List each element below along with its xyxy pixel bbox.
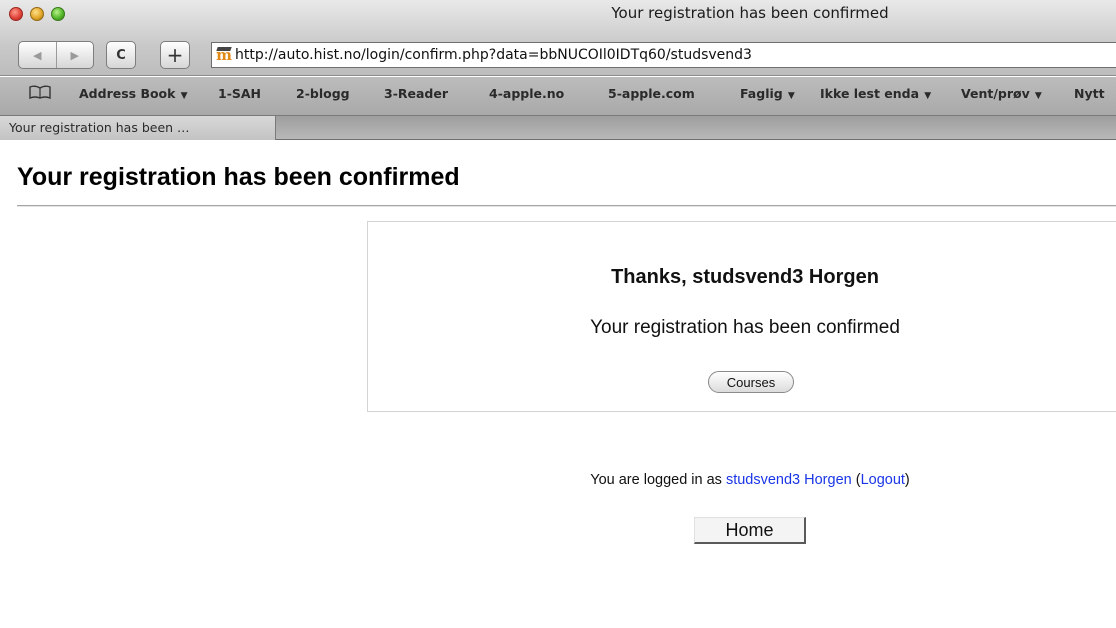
- address-bar[interactable]: m http://auto.hist.no/login/confirm.php?…: [211, 42, 1116, 68]
- chevron-down-icon: ▼: [784, 91, 795, 101]
- tab-bar: Your registration has been …: [0, 116, 1116, 140]
- bookmark-faglig[interactable]: Faglig ▼: [740, 86, 795, 101]
- tab-registration-confirmed[interactable]: Your registration has been …: [0, 116, 276, 140]
- bookmarks-bar: Address Book ▼ 1-SAH 2-blogg 3-Reader 4-…: [0, 77, 1116, 116]
- plus-icon: +: [166, 43, 184, 67]
- reload-icon: C: [116, 47, 126, 63]
- bookmark-2-blogg[interactable]: 2-blogg: [296, 86, 350, 101]
- moodle-favicon-icon: m: [216, 46, 232, 64]
- courses-button[interactable]: Courses: [708, 371, 794, 393]
- back-arrow-icon[interactable]: ◀: [19, 49, 56, 62]
- bookmark-3-reader[interactable]: 3-Reader: [384, 86, 448, 101]
- window-titlebar: Your registration has been confirmed ◀ ▶…: [0, 0, 1116, 76]
- login-info-open-paren: (: [851, 472, 861, 488]
- page-title: Your registration has been confirmed: [17, 163, 460, 191]
- user-profile-link[interactable]: studsvend3 Horgen: [726, 472, 852, 488]
- login-info-close-paren: ): [904, 472, 910, 488]
- forward-arrow-icon[interactable]: ▶: [56, 49, 93, 62]
- back-forward-buttons: ◀ ▶: [18, 41, 94, 69]
- chevron-down-icon: ▼: [921, 91, 932, 101]
- address-bar-url[interactable]: http://auto.hist.no/login/confirm.php?da…: [235, 47, 752, 63]
- open-book-icon[interactable]: [29, 85, 51, 99]
- chevron-down-icon: ▼: [1031, 91, 1042, 101]
- heading-divider: [17, 205, 1116, 207]
- bookmark-address-book[interactable]: Address Book ▼: [79, 86, 188, 101]
- add-bookmark-button[interactable]: +: [160, 41, 190, 69]
- thanks-message: Thanks, studsvend3 Horgen: [611, 266, 879, 288]
- home-button[interactable]: Home: [694, 517, 806, 544]
- bookmark-1-sah[interactable]: 1-SAH: [218, 86, 261, 101]
- window-title: Your registration has been confirmed: [611, 4, 889, 22]
- reload-button[interactable]: C: [106, 41, 136, 69]
- chevron-down-icon: ▼: [177, 91, 188, 101]
- login-info: You are logged in as studsvend3 Horgen (…: [0, 472, 1116, 488]
- login-info-prefix: You are logged in as: [590, 472, 726, 488]
- confirmation-message: Your registration has been confirmed: [590, 317, 900, 338]
- bookmark-ikke-lest-enda[interactable]: Ikke lest enda ▼: [820, 86, 931, 101]
- confirmation-box: Thanks, studsvend3 Horgen Your registrat…: [367, 221, 1116, 412]
- bookmark-5-apple-com[interactable]: 5-apple.com: [608, 86, 695, 101]
- bookmark-4-apple-no[interactable]: 4-apple.no: [489, 86, 564, 101]
- bookmark-nytt[interactable]: Nytt: [1074, 86, 1105, 101]
- bookmark-vent-prov[interactable]: Vent/prøv ▼: [961, 86, 1042, 101]
- logout-link[interactable]: Logout: [861, 472, 905, 488]
